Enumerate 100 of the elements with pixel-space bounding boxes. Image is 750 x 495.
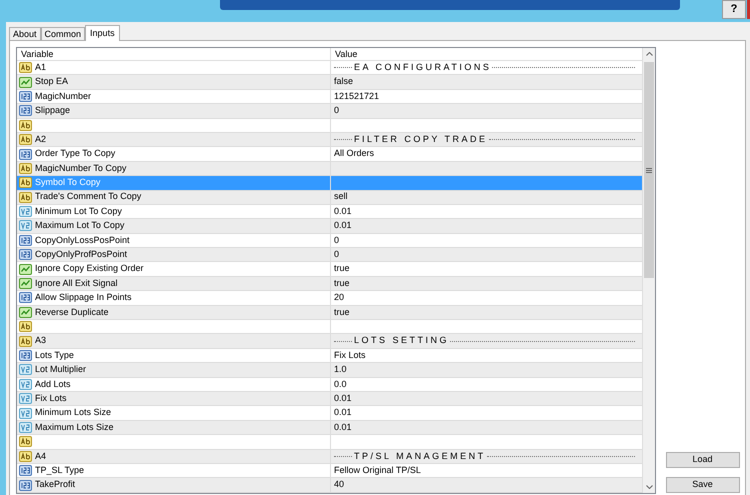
scrollbar-thumb[interactable] (644, 62, 654, 278)
table-row[interactable]: Fix Lots 0.01 (17, 392, 642, 406)
table-row[interactable]: Add Lots 0.0 (17, 378, 642, 392)
value-text: 0.01 (334, 420, 352, 434)
value-text: 1.0 (334, 363, 347, 376)
table-row[interactable]: TP_SL Type Fellow Original TP/SL (17, 464, 642, 478)
table-row[interactable]: Ignore All Exit Signal true (17, 276, 642, 292)
table-row[interactable]: Allow Slippage In Points 20 (17, 291, 642, 306)
value-text: 121521721 (334, 90, 380, 103)
table-row[interactable]: MagicNumber 121521721 (17, 90, 642, 104)
variable-name: Minimum Lots Size (35, 406, 112, 420)
value-text: true (334, 306, 350, 319)
table-row[interactable]: Ignore Copy Existing Order true (17, 262, 642, 277)
dialog-button[interactable]: Save (666, 476, 740, 493)
double-icon (19, 422, 32, 433)
table-row[interactable]: A2 FILTER COPY TRADE (17, 132, 642, 148)
double-icon (19, 364, 32, 376)
table-row[interactable]: Order Type To Copy All Orders (17, 147, 642, 162)
string-icon (19, 450, 32, 462)
variable-name: Fix Lots (35, 392, 67, 405)
int-icon (19, 350, 32, 361)
table-row[interactable]: A4 TP/SL MANAGEMENT (17, 450, 642, 464)
table-row[interactable]: MagicNumber To Copy (17, 162, 642, 176)
tab[interactable]: About (9, 27, 41, 40)
value-text: 0 (334, 104, 340, 118)
int-icon (19, 249, 32, 260)
scroll-up-icon[interactable] (646, 52, 652, 56)
int-icon (19, 105, 32, 116)
variable-name: A3 (35, 334, 46, 348)
tab[interactable]: Common (40, 27, 86, 40)
table-row[interactable]: Stop EA false (17, 75, 642, 90)
table-row[interactable]: A3 LOTS SETTING (17, 334, 642, 349)
table-row[interactable]: Maximum Lot To Copy 0.01 (17, 219, 642, 234)
table-row[interactable]: Minimum Lots Size 0.01 (17, 406, 642, 421)
double-icon (19, 206, 32, 218)
table-row[interactable] (17, 435, 642, 450)
table-row[interactable]: Reverse Duplicate true (17, 306, 642, 320)
tab[interactable]: Inputs (85, 25, 120, 41)
table-row[interactable]: Maximum Lots Size 0.01 (17, 420, 642, 436)
int-icon (19, 234, 32, 246)
value-text: 20 (334, 291, 344, 304)
table-row[interactable]: Slippage 0 (17, 104, 642, 119)
column-header[interactable]: Value (331, 48, 642, 61)
value-text: true (334, 262, 350, 276)
value-text: 0.01 (334, 406, 352, 420)
string-icon (19, 120, 32, 131)
scrollbar[interactable] (642, 48, 655, 493)
value-text: 0.01 (334, 392, 352, 405)
variable-name: Reverse Duplicate (35, 306, 109, 319)
column-header[interactable]: Variable (17, 48, 331, 61)
variable-name: A4 (35, 450, 46, 462)
bool-icon (19, 76, 32, 88)
string-icon (19, 321, 32, 332)
variable-name: Stop EA (35, 75, 68, 88)
variable-name: TP_SL Type (35, 464, 84, 477)
variable-name: A2 (35, 132, 46, 146)
scroll-down-icon[interactable] (646, 484, 652, 489)
int-icon (19, 292, 32, 304)
double-icon (19, 393, 32, 404)
value-text: sell (334, 190, 348, 204)
grip-icon (646, 168, 652, 172)
section-heading: TP/SL MANAGEMENT (354, 450, 486, 462)
table-row[interactable]: Lots Type Fix Lots (17, 348, 642, 364)
table-row[interactable]: CopyOnlyLossPosPoint 0 (17, 234, 642, 248)
string-icon (19, 192, 32, 203)
variable-name: Maximum Lots Size (35, 420, 114, 434)
string-icon (19, 436, 32, 448)
bool-icon (19, 264, 32, 275)
bool-icon (19, 306, 32, 318)
string-icon (19, 336, 32, 347)
variable-name: Ignore Copy Existing Order (35, 262, 144, 276)
section-heading: LOTS SETTING (354, 334, 450, 348)
section-heading: EA CONFIGURATIONS (354, 60, 492, 74)
value-text: 0 (334, 234, 340, 247)
table-row[interactable]: Lot Multiplier 1.0 (17, 363, 642, 378)
variable-name: Maximum Lot To Copy (35, 219, 124, 232)
int-icon (19, 480, 32, 491)
variable-name: MagicNumber To Copy (35, 162, 126, 175)
table-row[interactable]: A1 EA CONFIGURATIONS (17, 61, 642, 76)
table-row[interactable]: TakeProfit 40 (17, 478, 642, 493)
table-row[interactable] (17, 320, 642, 334)
value-text: Fellow Original TP/SL (334, 464, 421, 477)
dialog-button[interactable]: Load (666, 452, 740, 468)
variable-name: TakeProfit (35, 478, 76, 492)
int-icon (19, 148, 32, 160)
value-text: All Orders (334, 147, 374, 160)
variable-name: Symbol To Copy (35, 176, 100, 190)
string-icon (19, 134, 32, 146)
help-button[interactable]: ? (722, 0, 746, 19)
table-row[interactable] (17, 118, 642, 133)
double-icon (19, 220, 32, 232)
table-row[interactable]: Trade's Comment To Copy sell (17, 190, 642, 205)
value-text: 0.01 (334, 219, 352, 232)
table-row[interactable]: CopyOnlyProfPosPoint 0 (17, 248, 642, 262)
string-icon (19, 162, 32, 174)
variable-name: A1 (35, 60, 46, 74)
close-button[interactable] (747, 0, 750, 19)
variable-name: Order Type To Copy (35, 147, 116, 160)
variable-name: Slippage (35, 104, 70, 118)
table-row[interactable]: Minimum Lot To Copy 0.01 (17, 204, 642, 220)
